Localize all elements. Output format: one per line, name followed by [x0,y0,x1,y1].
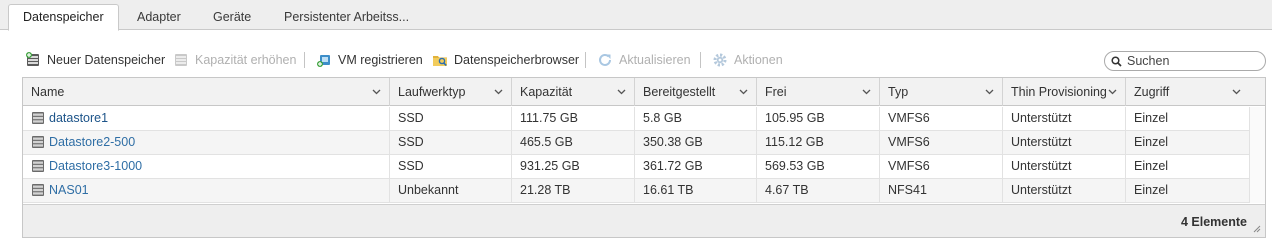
column-header-label: Typ [888,85,909,99]
type-cell: VMFS6 [880,155,1003,178]
datastore-icon [32,184,44,196]
provisioned-cell: 350.38 GB [635,131,757,154]
increase-capacity-label: Kapazität erhöhen [195,53,297,67]
toolbar-separator [304,52,305,68]
drive-type-cell: SSD [390,131,512,154]
increase-capacity-icon [175,54,187,66]
column-header-capacity[interactable]: Kapazität [512,78,635,106]
capacity-cell: 931.25 GB [512,155,635,178]
free-cell: 115.12 GB [757,131,880,154]
free-cell: 569.53 GB [757,155,880,178]
datastore-icon [32,136,44,148]
datastore-browser-icon [433,56,447,66]
chevron-down-icon [985,89,994,95]
chevron-down-icon [372,89,381,95]
column-header-free[interactable]: Frei [757,78,880,106]
access-cell: Einzel [1134,159,1169,173]
drive-type-cell: SSD [390,155,512,178]
gear-icon [713,53,727,67]
drive-type-cell: Unbekannt [390,179,512,202]
type-cell: VMFS6 [880,107,1003,130]
tab-persistent-memory[interactable]: Persistenter Arbeitss... [270,5,423,30]
item-count: 4 Elemente [1180,215,1247,229]
column-header-thin-provisioning[interactable]: Thin Provisioning [1003,78,1126,106]
chevron-down-icon [1108,89,1117,95]
capacity-cell: 111.75 GB [512,107,635,130]
search-input[interactable] [1127,53,1261,69]
actions-label: Aktionen [734,53,783,67]
vertical-scrollbar[interactable] [1249,107,1265,203]
column-header-drive-type[interactable]: Laufwerktyp [390,78,512,106]
column-header-label: Name [31,85,65,99]
datastore-name: NAS01 [49,183,89,197]
datastore-name-link[interactable]: datastore1 [23,107,390,130]
resize-grip-icon[interactable] [1253,225,1261,233]
tab-bar: Datenspeicher Adapter Geräte Persistente… [0,0,1272,31]
datastore-name: datastore1 [49,111,109,125]
provisioned-cell: 16.61 TB [635,179,757,202]
table-header: Name Laufwerktyp Kapazität Bereitgestell… [23,78,1265,106]
new-datastore-icon [26,52,39,66]
datastore-name: Datastore3-1000 [49,159,143,173]
chevron-down-icon [739,89,748,95]
column-header-type[interactable]: Typ [880,78,1003,106]
provisioned-cell: 5.8 GB [635,107,757,130]
thin-provisioning-cell: Unterstützt [1003,179,1126,202]
refresh-label: Aktualisieren [619,53,691,67]
new-datastore-label: Neuer Datenspeicher [47,53,166,67]
column-header-label: Thin Provisioning [1011,85,1107,99]
toolbar-separator [585,52,586,68]
datastore-name-link[interactable]: Datastore2-500 [23,131,390,154]
thin-provisioning-cell: Unterstützt [1003,155,1126,178]
access-cell: Einzel [1134,135,1169,149]
datastore-browser-label: Datenspeicherbrowser [454,53,580,67]
thin-provisioning-cell: Unterstützt [1003,131,1126,154]
datastore-name: Datastore2-500 [49,135,136,149]
column-header-label: Zugriff [1134,85,1170,99]
table-row[interactable]: NAS01 Unbekannt 21.28 TB 16.61 TB 4.67 T… [23,179,1249,203]
search-icon [1111,56,1122,67]
tab-adapters[interactable]: Adapter [123,5,195,30]
thin-provisioning-cell: Unterstützt [1003,107,1126,130]
register-vm-icon [317,55,330,67]
column-header-label: Kapazität [520,85,573,99]
column-header-label: Bereitgestellt [643,85,716,99]
datastore-icon [32,112,44,124]
capacity-cell: 21.28 TB [512,179,635,202]
chevron-down-icon [862,89,871,95]
free-cell: 4.67 TB [757,179,880,202]
chevron-down-icon [617,89,626,95]
capacity-cell: 465.5 GB [512,131,635,154]
table-row[interactable]: Datastore2-500 SSD 465.5 GB 350.38 GB 11… [23,131,1249,155]
tab-datastores[interactable]: Datenspeicher [8,4,119,31]
table-row[interactable]: Datastore3-1000 SSD 931.25 GB 361.72 GB … [23,155,1249,179]
provisioned-cell: 361.72 GB [635,155,757,178]
chevron-down-icon [494,89,503,95]
access-cell: Einzel [1134,111,1169,125]
search-box [1104,51,1266,71]
datastore-name-link[interactable]: Datastore3-1000 [23,155,390,178]
column-header-label: Laufwerktyp [398,85,466,99]
table-footer: 4 Elemente [23,204,1265,237]
datastore-table: Name Laufwerktyp Kapazität Bereitgestell… [22,77,1266,238]
drive-type-cell: SSD [390,107,512,130]
table-row[interactable]: datastore1 SSD 111.75 GB 5.8 GB 105.95 G… [23,107,1249,131]
toolbar: Neuer Datenspeicher Kapazität erhöhen VM… [20,48,1270,72]
tab-devices[interactable]: Geräte [199,5,265,30]
free-cell: 105.95 GB [757,107,880,130]
register-vm-label: VM registrieren [338,53,423,67]
column-header-provisioned[interactable]: Bereitgestellt [635,78,757,106]
chevron-down-icon [1232,89,1241,95]
datastore-icon [32,160,44,172]
toolbar-separator [700,52,701,68]
column-header-access[interactable]: Zugriff [1126,78,1265,106]
type-cell: VMFS6 [880,131,1003,154]
type-cell: NFS41 [880,179,1003,202]
refresh-icon [599,53,611,66]
datastore-name-link[interactable]: NAS01 [23,179,390,202]
column-header-name[interactable]: Name [23,78,390,106]
access-cell: Einzel [1134,183,1169,197]
column-header-label: Frei [765,85,787,99]
